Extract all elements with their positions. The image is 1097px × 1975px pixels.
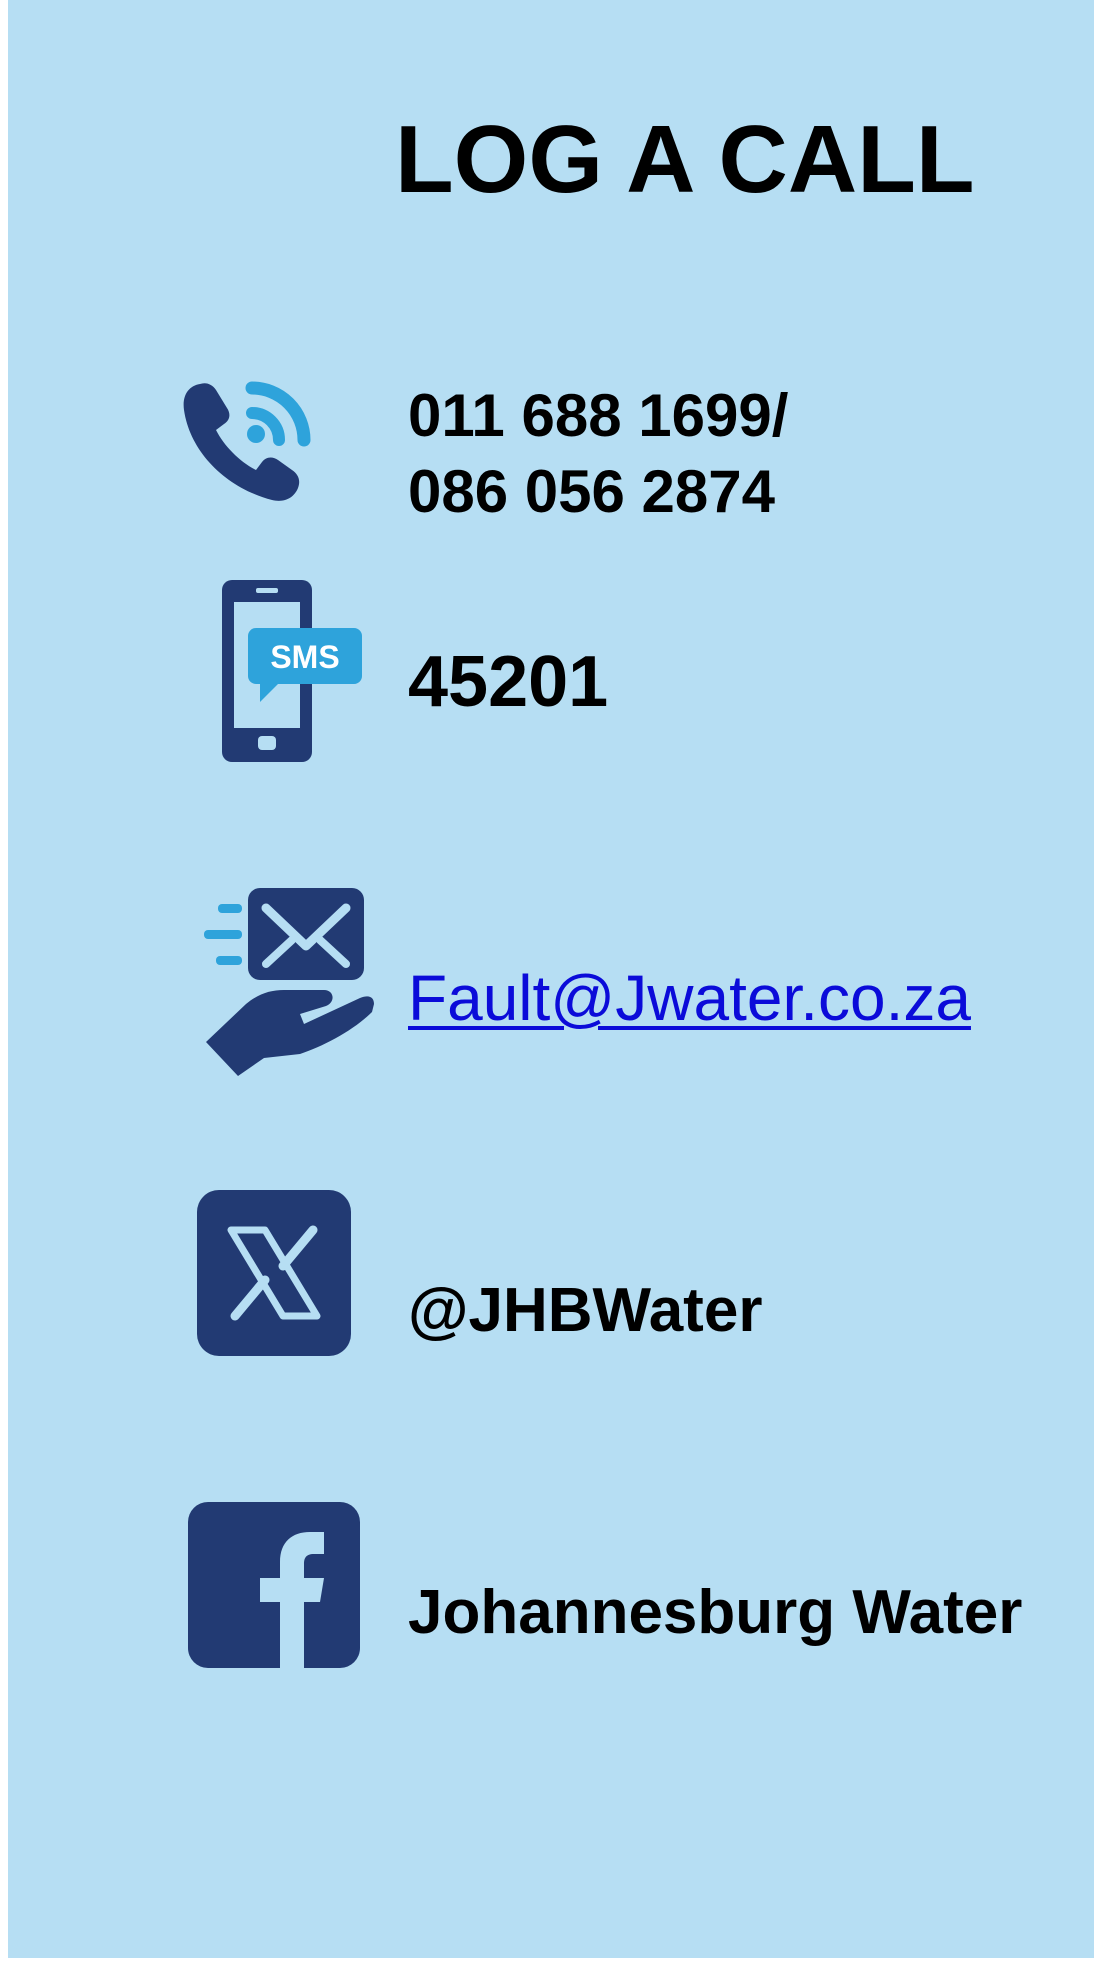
sms-number[interactable]: 45201 — [408, 646, 608, 718]
facebook-logo-icon — [188, 1502, 360, 1668]
phone-numbers: 011 688 1699/ 086 056 2874 — [408, 378, 788, 530]
email-hand-icon — [204, 888, 374, 1076]
x-logo-icon — [197, 1190, 351, 1356]
phone-call-icon — [183, 381, 311, 501]
page-title: LOG A CALL — [395, 106, 975, 213]
log-a-call-panel: LOG A CALL 011 688 1699/ 086 056 2874 SM… — [8, 0, 1094, 1958]
email-link[interactable]: Fault@Jwater.co.za — [408, 966, 971, 1030]
phone-number-1[interactable]: 011 688 1699/ — [408, 378, 788, 454]
sms-icon-label: SMS — [270, 639, 339, 675]
phone-number-2[interactable]: 086 056 2874 — [408, 454, 788, 530]
x-handle[interactable]: @JHBWater — [408, 1280, 762, 1342]
mobile-sms-icon: SMS — [222, 580, 362, 762]
facebook-page-name[interactable]: Johannesburg Water — [408, 1582, 1022, 1644]
